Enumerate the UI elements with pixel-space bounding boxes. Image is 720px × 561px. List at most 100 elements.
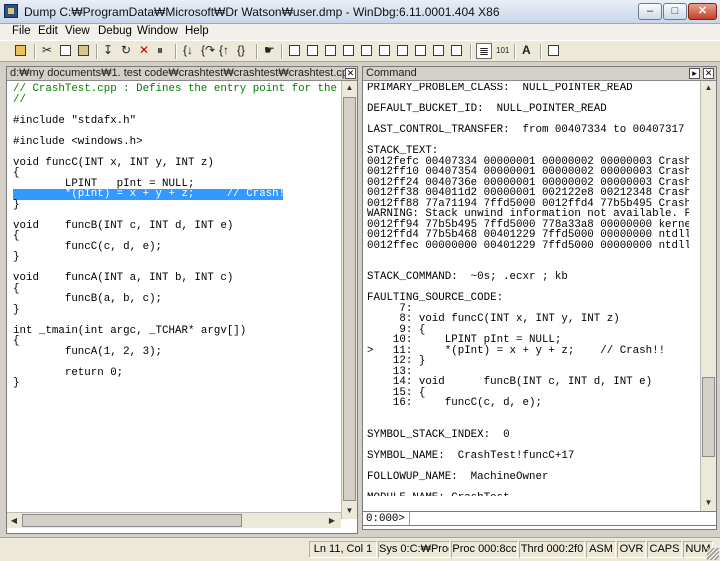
close-button[interactable]: ✕ xyxy=(688,3,717,20)
menu-debug[interactable]: Debug xyxy=(98,25,132,37)
locals-window-icon[interactable] xyxy=(323,43,339,59)
memory-window-icon[interactable] xyxy=(359,43,375,59)
run-to-cursor-icon[interactable]: {} xyxy=(235,43,251,59)
command-output-line: FOLLOWUP_NAME: MachineOwner xyxy=(367,470,549,483)
command-output-line: 0012ff38 004011d2 00000001 002122e8 0021… xyxy=(367,187,689,199)
source-close-icon[interactable]: ✕ xyxy=(345,68,356,79)
scroll-down-arrow-icon[interactable]: ▼ xyxy=(701,496,716,510)
source-line: void funcC(INT x, INT y, INT z) xyxy=(13,156,214,169)
command-output-line: SYMBOL_STACK_INDEX: 0 xyxy=(367,428,510,441)
scratch-icon[interactable] xyxy=(449,43,465,59)
source-line-current: *(pInt) = x + y + z; // Crash!! xyxy=(13,188,292,200)
command-output-line: 0012ffd4 77b5b468 00401229 7ffd5000 0000… xyxy=(367,229,689,241)
scroll-right-arrow-icon[interactable]: ▶ xyxy=(325,513,339,528)
command-output[interactable]: PRIMARY_PROBLEM_CLASS: NULL_POINTER_READ… xyxy=(367,83,689,496)
source-mode-icon[interactable]: ≣ xyxy=(476,43,492,59)
command-output-line: STACK_COMMAND: ~0s; .ecxr ; kb xyxy=(367,271,568,283)
source-line: } xyxy=(13,303,20,316)
break-icon[interactable]: ⏸ xyxy=(155,43,171,59)
menu-bar: File Edit View Debug Window Help xyxy=(0,24,720,40)
menu-view[interactable]: View xyxy=(65,25,90,37)
window-title: Dump C:₩ProgramData₩Microsoft₩Dr Watson₩… xyxy=(24,5,500,19)
command-output-line xyxy=(367,440,689,451)
status-proc: Proc 000:8cc xyxy=(451,541,518,558)
cut-icon[interactable]: ✂ xyxy=(40,43,56,59)
go-icon[interactable]: ↧ xyxy=(101,43,117,59)
source-vertical-scrollbar[interactable]: ▲ ▼ xyxy=(341,81,357,519)
status-caps: CAPS xyxy=(647,541,682,558)
source-line: } xyxy=(13,377,20,389)
toolbar-separator xyxy=(514,44,516,59)
command-output-line: FAULTING_SOURCE_CODE: xyxy=(367,292,504,304)
options-icon[interactable] xyxy=(546,43,562,59)
menu-window[interactable]: Window xyxy=(137,25,178,37)
status-ovr: OVR xyxy=(617,541,646,558)
command-input-bar: 0:000> xyxy=(362,511,717,526)
command-output-line xyxy=(367,482,689,493)
stop-debugging-icon[interactable]: ✕ xyxy=(137,43,153,59)
paste-icon[interactable] xyxy=(76,43,92,59)
copy-icon[interactable] xyxy=(58,43,74,59)
source-scroll-thumb[interactable] xyxy=(343,97,356,501)
hex-mode-icon[interactable]: 101 xyxy=(494,43,510,59)
command-output-line: 16: funcC(c, d, e); xyxy=(367,397,542,409)
source-line: return 0; xyxy=(13,366,124,379)
command-output-line: 8: void funcC(INT x, INT y, INT z) xyxy=(367,313,620,325)
toolbar: ✂ ↧ ↻ ✕ ⏸ {↓ {↷ {↑ {} ☛ ≣ 101 A xyxy=(0,40,720,62)
watch-window-icon[interactable] xyxy=(305,43,321,59)
resize-grip-icon[interactable] xyxy=(707,548,719,560)
status-asm: ASM xyxy=(586,541,616,558)
disassembly-icon[interactable] xyxy=(395,43,411,59)
command-output-line: 10: LPINT pInt = NULL; xyxy=(367,334,562,346)
step-out-icon[interactable]: {↑ xyxy=(217,43,233,59)
processes-threads-icon[interactable] xyxy=(431,43,447,59)
source-horizontal-scrollbar[interactable]: ◀ ▶ xyxy=(7,512,341,528)
source-window[interactable]: d:₩my documents₩1. test code₩crashtest₩c… xyxy=(6,66,358,534)
minimize-button[interactable]: – xyxy=(638,3,662,20)
source-line: // CrashTest.cpp : Defines the entry poi… xyxy=(13,83,337,95)
command-output-line xyxy=(367,461,689,472)
command-output-line: DEFAULT_BUCKET_ID: NULL_POINTER_READ xyxy=(367,103,607,115)
source-line: funcB(a, b, c); xyxy=(13,293,163,305)
command-window-title-bar[interactable]: Command xyxy=(363,67,716,81)
status-bar: Ln 11, Col 1 Sys 0:C:₩Prog Proc 000:8cc … xyxy=(0,537,720,561)
command-close-icon[interactable]: ✕ xyxy=(703,68,714,79)
step-into-icon[interactable]: {↓ xyxy=(181,43,197,59)
maximize-button[interactable]: □ xyxy=(663,3,687,20)
menu-file[interactable]: File xyxy=(12,25,31,37)
command-input-field[interactable] xyxy=(409,512,716,525)
scroll-left-arrow-icon[interactable]: ◀ xyxy=(7,513,21,528)
step-over-icon[interactable]: {↷ xyxy=(199,43,215,59)
scratch-pad-icon[interactable] xyxy=(413,43,429,59)
restart-icon[interactable]: ↻ xyxy=(119,43,135,59)
command-output-line: MODULE_NAME: CrashTest xyxy=(367,492,689,496)
command-vertical-scrollbar[interactable]: ▲ ▼ xyxy=(700,81,716,511)
command-window-title: Command xyxy=(366,67,417,79)
scroll-down-arrow-icon[interactable]: ▼ xyxy=(342,504,357,518)
scroll-up-arrow-icon[interactable]: ▲ xyxy=(342,81,357,95)
source-window-title-bar[interactable]: d:₩my documents₩1. test code₩crashtest₩c… xyxy=(7,67,357,81)
status-sys: Sys 0:C:₩Prog xyxy=(378,541,450,558)
registers-window-icon[interactable] xyxy=(341,43,357,59)
menu-edit[interactable]: Edit xyxy=(38,25,58,37)
windbg-app-icon[interactable] xyxy=(4,4,18,18)
source-code[interactable]: // CrashTest.cpp : Defines the entry poi… xyxy=(13,84,337,389)
command-window-menu-icon[interactable]: ▸ xyxy=(689,68,700,79)
scroll-up-arrow-icon[interactable]: ▲ xyxy=(701,81,716,95)
toolbar-separator xyxy=(175,44,177,59)
command-window[interactable]: Command ▸ ✕ PRIMARY_PROBLEM_CLASS: NULL_… xyxy=(362,66,717,530)
status-thrd: Thrd 000:2f0 xyxy=(519,541,585,558)
title-bar: Dump C:₩ProgramData₩Microsoft₩Dr Watson₩… xyxy=(0,0,720,24)
hand-icon[interactable]: ☛ xyxy=(262,43,278,59)
command-output-line: WARNING: Stack unwind information not av… xyxy=(367,208,689,220)
open-icon[interactable] xyxy=(13,43,29,59)
command-scroll-thumb[interactable] xyxy=(702,377,715,457)
command-output-line: 0012ff10 00407354 00000001 00000002 0000… xyxy=(367,166,689,178)
menu-help[interactable]: Help xyxy=(185,25,209,37)
font-icon[interactable]: A xyxy=(520,43,536,59)
call-stack-icon[interactable] xyxy=(377,43,393,59)
command-output-line: 0012ffec 00000000 00401229 7ffd5000 0000… xyxy=(367,239,689,252)
command-output-line xyxy=(367,409,689,420)
command-window-icon[interactable] xyxy=(287,43,303,59)
source-hscroll-thumb[interactable] xyxy=(22,514,242,527)
